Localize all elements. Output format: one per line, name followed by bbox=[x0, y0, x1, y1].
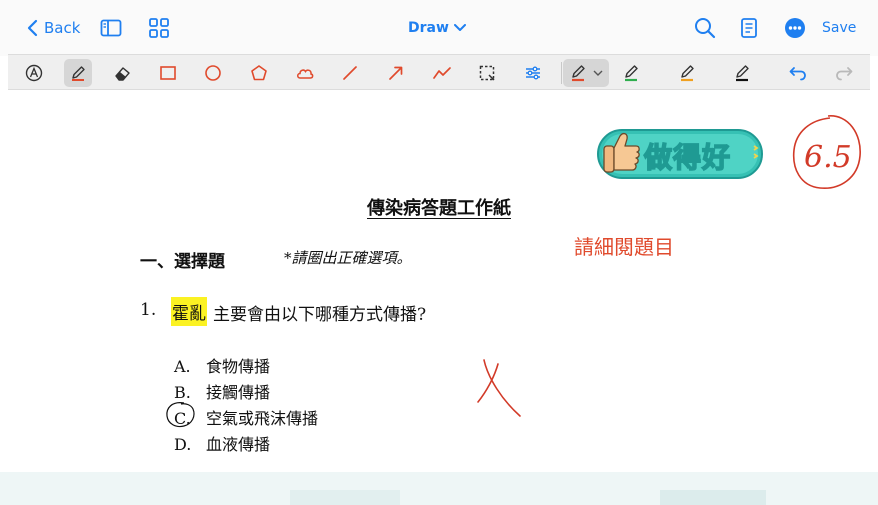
page-grid-button[interactable] bbox=[148, 14, 170, 42]
rectangle-icon bbox=[160, 66, 176, 80]
pen-icon bbox=[72, 66, 85, 81]
option-text: 接觸傳播 bbox=[206, 383, 271, 402]
undo-icon bbox=[789, 67, 806, 81]
pentagon-icon bbox=[251, 65, 267, 81]
chevron-left-icon bbox=[27, 19, 38, 37]
save-label: Save bbox=[822, 20, 857, 36]
option-text: 血液傳播 bbox=[206, 435, 271, 454]
polyline-icon bbox=[433, 67, 451, 79]
redo-icon bbox=[836, 67, 853, 81]
lasso-select-tool[interactable] bbox=[473, 59, 501, 87]
option-text: 食物傳播 bbox=[206, 357, 271, 376]
more-icon bbox=[785, 18, 805, 38]
sidebar-toggle-button[interactable] bbox=[100, 14, 122, 42]
document-icon bbox=[741, 18, 757, 38]
arrow-icon bbox=[389, 66, 403, 80]
answer-circle-mark bbox=[166, 402, 195, 428]
mode-label: Draw bbox=[408, 20, 449, 36]
chevron-down-icon bbox=[593, 70, 603, 76]
eraser-tool[interactable] bbox=[109, 59, 137, 87]
question-keyword-highlight: 霍亂 bbox=[171, 297, 207, 326]
score-value: 6.5 bbox=[804, 140, 852, 175]
option-letter: D. bbox=[174, 435, 192, 454]
lasso-select-icon bbox=[479, 65, 495, 81]
question-text: 主要會由以下哪種方式傳播? bbox=[213, 305, 427, 325]
worksheet-title: 傳染病答題工作紙 bbox=[367, 198, 511, 219]
option-letter: A. bbox=[174, 357, 191, 376]
question-number: 1. bbox=[140, 300, 157, 320]
back-button[interactable]: Back bbox=[26, 14, 80, 42]
document-button[interactable] bbox=[740, 14, 758, 42]
document-page[interactable]: 做得好 6.5 傳染病答題工作紙 一、選擇題 *請圈出正確選項。 請細閱題目 1… bbox=[8, 90, 870, 472]
pen-green-icon bbox=[625, 65, 638, 82]
auto-shape-tool[interactable] bbox=[20, 59, 48, 87]
pen-black-icon bbox=[736, 65, 749, 82]
option-d: D. 血液傳播 bbox=[174, 431, 270, 455]
cloud-tool[interactable] bbox=[291, 59, 319, 87]
sticker-text: 做得好 bbox=[643, 140, 732, 175]
sidebar-icon bbox=[100, 19, 122, 37]
line-tool[interactable] bbox=[336, 59, 364, 87]
good-job-sticker: 做得好 bbox=[594, 124, 768, 184]
cloud-icon bbox=[297, 69, 314, 79]
option-text: 空氣或飛沫傳播 bbox=[206, 409, 319, 428]
option-a: A. 食物傳播 bbox=[174, 353, 270, 377]
drawing-toolbar bbox=[8, 54, 870, 90]
pen-orange-icon bbox=[681, 65, 694, 82]
rectangle-tool[interactable] bbox=[154, 59, 182, 87]
pen-preset-black[interactable] bbox=[728, 59, 756, 87]
circle-icon bbox=[205, 65, 221, 81]
auto-shape-icon bbox=[25, 64, 43, 82]
pentagon-tool[interactable] bbox=[245, 59, 273, 87]
mode-menu[interactable]: Draw bbox=[408, 14, 466, 42]
redo-button[interactable] bbox=[830, 59, 858, 87]
save-button[interactable]: Save bbox=[822, 14, 856, 42]
teacher-note: 請細閱題目 bbox=[574, 235, 674, 259]
toolbar-separator bbox=[561, 62, 562, 84]
sliders-icon bbox=[526, 66, 540, 80]
circle-tool[interactable] bbox=[199, 59, 227, 87]
adjust-tool[interactable] bbox=[519, 59, 547, 87]
eraser-icon bbox=[115, 67, 130, 81]
grid-icon bbox=[149, 18, 169, 38]
pen-preset-red[interactable] bbox=[563, 59, 609, 87]
bottom-strip bbox=[0, 472, 878, 505]
undo-button[interactable] bbox=[784, 59, 812, 87]
arrow-tool[interactable] bbox=[382, 59, 410, 87]
wrong-x-mark bbox=[477, 359, 521, 417]
search-icon bbox=[695, 18, 716, 39]
section-instruction: *請圈出正確選項。 bbox=[284, 249, 412, 267]
back-label: Back bbox=[44, 19, 81, 37]
line-icon bbox=[343, 66, 357, 80]
top-nav-bar: Back Draw Save bbox=[0, 0, 878, 56]
pen-preset-green[interactable] bbox=[617, 59, 645, 87]
pen-preset-orange[interactable] bbox=[673, 59, 701, 87]
search-button[interactable] bbox=[694, 14, 716, 42]
pen-tool[interactable] bbox=[64, 59, 92, 87]
section-heading: 一、選擇題 bbox=[140, 252, 225, 272]
chevron-down-icon bbox=[453, 24, 466, 31]
more-button[interactable] bbox=[784, 14, 806, 42]
polyline-tool[interactable] bbox=[428, 59, 456, 87]
pen-red-icon bbox=[572, 65, 585, 82]
